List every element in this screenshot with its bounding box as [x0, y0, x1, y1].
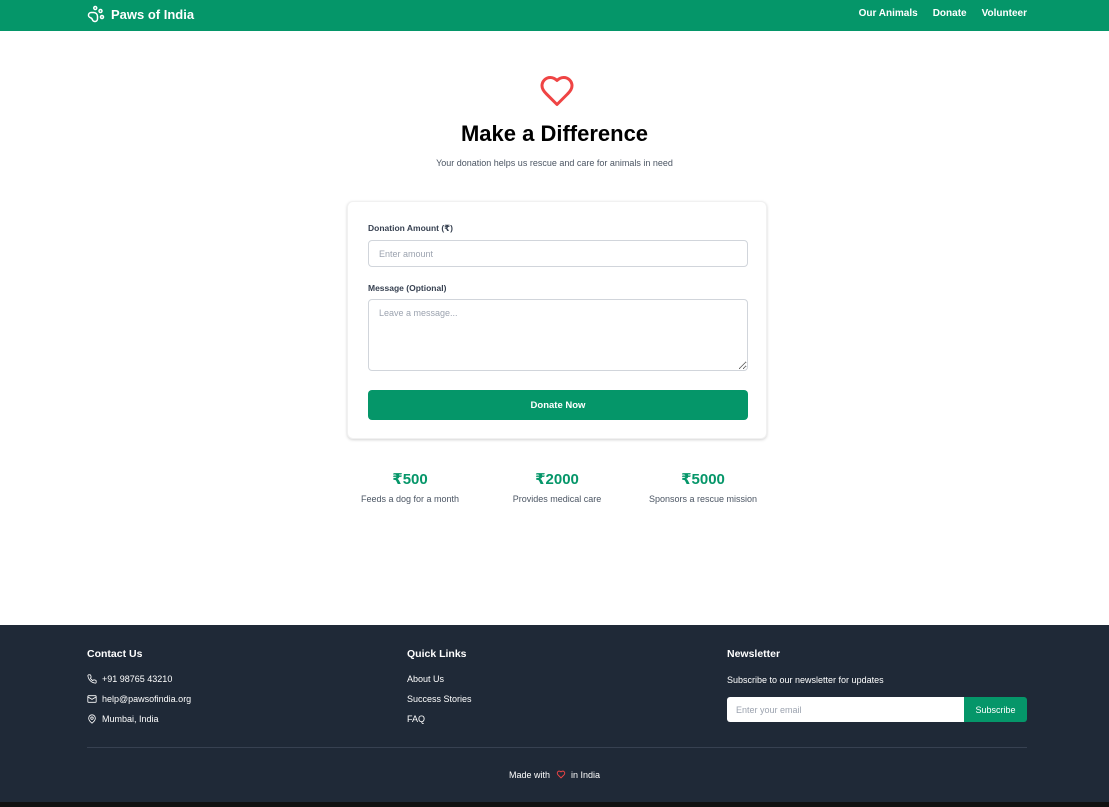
tier-amount: ₹5000 — [681, 471, 725, 488]
tier-description: Sponsors a rescue mission — [648, 494, 758, 504]
nav-volunteer[interactable]: Volunteer — [982, 8, 1027, 19]
page-subtitle: Your donation helps us rescue and care f… — [436, 158, 673, 168]
tier-500: ₹500 Feeds a dog for a month — [340, 470, 480, 504]
brand-name: Paws of India — [111, 6, 195, 22]
link-faq[interactable]: FAQ — [407, 714, 425, 724]
made-suffix: in India — [571, 770, 601, 780]
newsletter-text: Subscribe to our newsletter for updates — [727, 675, 884, 685]
link-about-us[interactable]: About Us — [407, 674, 444, 684]
footer-divider — [87, 747, 1027, 748]
mail-icon — [87, 695, 97, 703]
donation-form-card: Donation Amount (₹) Message (Optional) D… — [347, 201, 767, 439]
phone-text: +91 98765 43210 — [102, 674, 173, 684]
page-title: Make a Difference — [460, 121, 649, 146]
paw-icon — [87, 5, 105, 23]
top-navbar: Paws of India Our Animals Donate Volunte… — [0, 0, 1109, 31]
phone-icon — [87, 674, 97, 684]
message-label: Message (Optional) — [368, 283, 447, 293]
message-textarea[interactable] — [368, 299, 748, 371]
made-prefix: Made with — [508, 770, 550, 780]
subscribe-button[interactable]: Subscribe — [964, 697, 1027, 722]
tier-2000: ₹2000 Provides medical care — [487, 470, 627, 504]
site-footer: Contact Us +91 98765 43210 help@pawsofin… — [0, 625, 1109, 807]
window-bottom-edge — [0, 802, 1109, 807]
quick-links-title: Quick Links — [407, 648, 467, 660]
amount-input[interactable] — [368, 240, 748, 267]
location-text: Mumbai, India — [102, 714, 159, 724]
link-success-stories[interactable]: Success Stories — [407, 694, 472, 704]
made-with-love: Made with in India — [0, 770, 1109, 780]
tier-amount: ₹500 — [392, 471, 428, 488]
main-nav: Our Animals Donate Volunteer — [859, 8, 1027, 19]
tier-description: Provides medical care — [512, 494, 602, 504]
amount-label: Donation Amount (₹) — [368, 223, 453, 233]
contact-email[interactable]: help@pawsofindia.org — [87, 694, 191, 704]
map-pin-icon — [88, 714, 96, 724]
heart-icon — [540, 76, 574, 106]
brand-logo[interactable]: Paws of India — [87, 5, 194, 23]
donate-now-button[interactable]: Donate Now — [368, 390, 748, 420]
newsletter-email-input[interactable] — [727, 697, 964, 722]
contact-location: Mumbai, India — [87, 714, 159, 724]
email-text: help@pawsofindia.org — [102, 694, 192, 704]
tier-amount: ₹2000 — [535, 471, 579, 488]
newsletter-title: Newsletter — [727, 648, 781, 660]
nav-donate[interactable]: Donate — [933, 8, 967, 19]
contact-phone[interactable]: +91 98765 43210 — [87, 674, 172, 684]
tier-5000: ₹5000 Sponsors a rescue mission — [633, 470, 773, 504]
tier-description: Feeds a dog for a month — [360, 494, 460, 504]
contact-title: Contact Us — [87, 648, 143, 660]
heart-icon — [556, 770, 565, 779]
nav-our-animals[interactable]: Our Animals — [859, 8, 918, 19]
